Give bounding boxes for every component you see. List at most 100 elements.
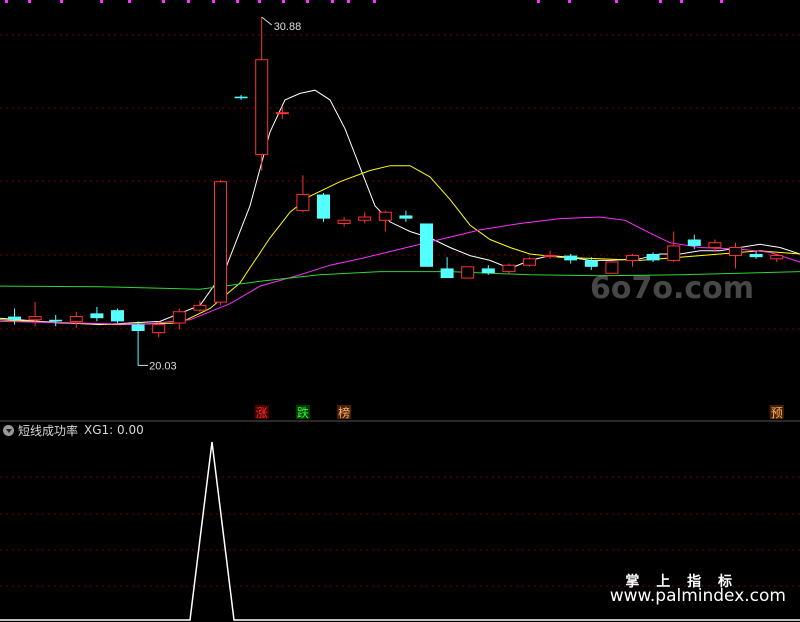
candle-body-4 — [90, 313, 104, 319]
candle-body-26 — [543, 255, 557, 258]
candle-body-32 — [667, 245, 681, 261]
candle-body-36 — [749, 253, 763, 258]
candle-body-34 — [708, 242, 722, 249]
top-tick-5 — [162, 0, 165, 3]
candle-body-28 — [584, 260, 598, 267]
candle-2 — [49, 314, 63, 327]
candle-3 — [69, 311, 83, 328]
candle-25 — [523, 257, 536, 267]
collapse-icon[interactable] — [3, 424, 14, 436]
indicator-value: XG1: 0.00 — [84, 423, 144, 437]
top-tick-8 — [236, 0, 239, 3]
top-tick-12 — [331, 0, 334, 3]
site-watermark: 6o7o.com — [590, 271, 755, 306]
top-tick-0 — [5, 0, 8, 3]
candle-12 — [255, 17, 269, 171]
signal-label-1: 跌 — [297, 405, 309, 420]
top-tick-16 — [568, 0, 571, 3]
candle-4 — [90, 306, 104, 322]
candle-27 — [564, 253, 578, 264]
signal-label-0: 涨 — [256, 405, 268, 420]
high-pointer — [261, 16, 273, 26]
top-tick-3 — [100, 0, 103, 3]
candle-body-9 — [193, 304, 207, 311]
candlesticks — [8, 17, 784, 366]
top-tick-7 — [212, 0, 215, 3]
candle-15 — [317, 192, 330, 222]
candle-21 — [440, 257, 454, 279]
candle-9 — [193, 300, 207, 312]
top-tick-11 — [306, 0, 309, 3]
candle-32 — [667, 231, 681, 262]
candle-body-2 — [49, 319, 63, 322]
candle-body-35 — [729, 247, 742, 257]
candle-body-15 — [317, 194, 330, 219]
candle-body-6 — [131, 324, 145, 332]
top-tick-4 — [128, 0, 131, 3]
candle-body-20 — [420, 223, 433, 267]
candle-body-37 — [770, 255, 784, 260]
candle-body-8 — [172, 311, 186, 324]
candle-body-19 — [399, 215, 413, 219]
candle-30 — [626, 253, 639, 267]
watermark-url: www.palmindex.com — [609, 586, 786, 606]
top-tick-18 — [659, 0, 662, 3]
candle-13 — [275, 106, 289, 120]
kline-chart[interactable]: 30.88 20.03 涨 跌 榜 预 — [0, 0, 800, 622]
signal-3: 预 — [769, 405, 784, 420]
candle-body-31 — [646, 253, 660, 261]
candle-body-22 — [461, 266, 475, 279]
candle-17 — [358, 212, 372, 224]
candle-body-33 — [687, 239, 701, 246]
candle-body-11 — [234, 96, 248, 99]
candle-6 — [131, 321, 145, 366]
candle-body-16 — [337, 219, 351, 224]
candle-16 — [337, 217, 351, 227]
candle-body-3 — [69, 316, 83, 322]
candle-19 — [399, 210, 413, 222]
candle-body-1 — [28, 316, 42, 321]
candle-10 — [214, 180, 227, 306]
low-label: 20.03 — [149, 360, 177, 372]
signal-label-2: 榜 — [338, 405, 350, 420]
indicator-panel-header: 短线成功率 XG1: 0.00 — [0, 422, 144, 438]
candle-body-24 — [502, 264, 516, 273]
top-tick-1 — [28, 0, 31, 3]
candle-body-23 — [481, 268, 495, 274]
candle-body-14 — [296, 194, 310, 212]
signal-label-3: 预 — [771, 406, 783, 420]
candle-22 — [461, 266, 475, 279]
top-tick-2 — [60, 0, 63, 3]
signal-markers: 涨跌榜预 — [254, 405, 784, 420]
candle-body-10 — [214, 181, 227, 303]
top-tick-17 — [615, 0, 618, 3]
candle-body-27 — [564, 255, 578, 261]
top-tick-10 — [282, 0, 285, 3]
candle-body-21 — [440, 268, 454, 279]
candle-11 — [234, 95, 248, 100]
top-tick-13 — [347, 0, 350, 3]
candle-body-13 — [275, 112, 289, 115]
candle-35 — [729, 242, 742, 269]
candle-5 — [111, 308, 124, 323]
indicator-name: 短线成功率 — [18, 423, 79, 438]
top-tick-14 — [373, 0, 376, 3]
candle-body-7 — [152, 324, 166, 334]
candle-20 — [420, 223, 433, 267]
candle-body-12 — [255, 59, 269, 155]
candle-body-0 — [8, 316, 21, 320]
signal-2: 榜 — [337, 405, 352, 420]
candle-body-5 — [111, 310, 124, 322]
candle-body-30 — [626, 255, 639, 261]
top-tick-9 — [258, 0, 261, 3]
top-tick-20 — [720, 0, 723, 3]
candle-31 — [646, 252, 660, 262]
candle-26 — [543, 250, 557, 259]
top-tick-15 — [537, 0, 540, 3]
candle-37 — [770, 253, 784, 262]
candle-body-17 — [358, 216, 372, 221]
high-label: 30.88 — [274, 21, 302, 33]
signal-0: 涨 — [254, 405, 269, 420]
signal-1: 跌 — [295, 405, 310, 420]
candle-24 — [502, 263, 516, 274]
